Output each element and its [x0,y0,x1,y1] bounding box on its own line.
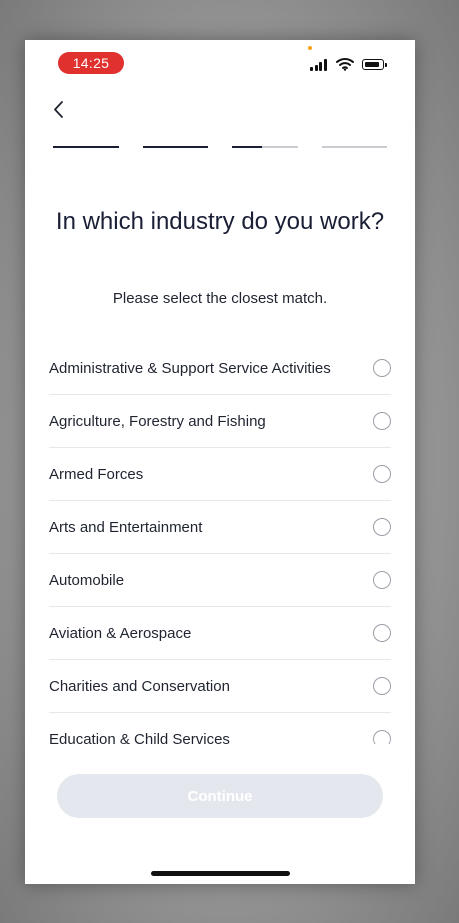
option-label: Arts and Entertainment [49,518,203,536]
phone-screen: 14:25 In which industry do you work? Ple… [25,40,415,884]
battery-icon [362,59,387,70]
option-label: Education & Child Services [49,730,230,745]
industry-option[interactable]: Aviation & Aerospace [49,607,391,660]
radio-button[interactable] [373,518,391,536]
industry-option[interactable]: Agriculture, Forestry and Fishing [49,395,391,448]
radio-button[interactable] [373,359,391,377]
radio-button[interactable] [373,624,391,642]
page-title: In which industry do you work? [55,208,385,235]
radio-button[interactable] [373,412,391,430]
option-label: Aviation & Aerospace [49,624,192,642]
progress-step-2 [143,146,208,148]
industry-option[interactable]: Charities and Conservation [49,660,391,713]
radio-button[interactable] [373,465,391,483]
industry-option[interactable]: Automobile [49,554,391,607]
back-button[interactable] [47,96,71,124]
option-label: Charities and Conservation [49,677,230,695]
radio-button[interactable] [373,571,391,589]
option-label: Automobile [49,571,125,589]
wifi-icon [336,58,354,71]
progress-step-3 [232,146,298,148]
industry-option[interactable]: Arts and Entertainment [49,501,391,554]
home-indicator [151,871,290,876]
industry-option[interactable]: Education & Child Services [49,713,391,744]
progress-step-4 [322,146,387,148]
option-label: Agriculture, Forestry and Fishing [49,412,266,430]
status-time: 14:25 [58,52,124,74]
industry-options-list[interactable]: Administrative & Support Service Activit… [49,342,391,744]
step-progress [53,146,387,149]
page-subtitle: Please select the closest match. [112,290,328,307]
progress-step-1 [53,146,119,148]
option-label: Administrative & Support Service Activit… [49,359,331,377]
option-label: Armed Forces [49,465,144,483]
radio-button[interactable] [373,730,391,744]
privacy-indicator-dot [308,46,312,50]
continue-button[interactable]: Continue [57,774,383,818]
radio-button[interactable] [373,677,391,695]
cellular-signal-icon [310,58,328,71]
industry-option[interactable]: Armed Forces [49,448,391,501]
chevron-left-icon [54,101,63,118]
industry-option[interactable]: Administrative & Support Service Activit… [49,342,391,395]
